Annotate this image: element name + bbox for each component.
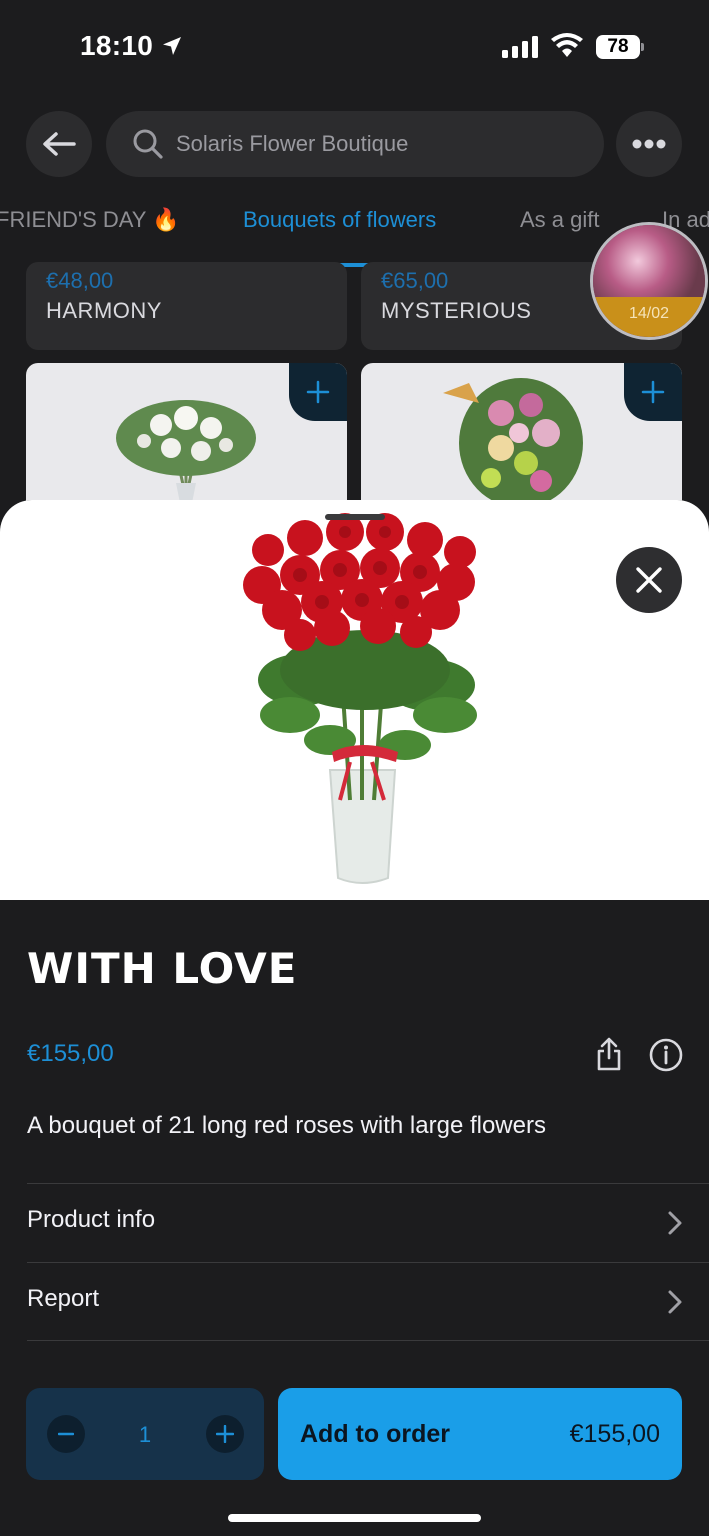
cellular-signal-icon <box>502 36 538 58</box>
increase-quantity-button[interactable] <box>206 1415 244 1453</box>
search-icon <box>133 129 163 159</box>
arrow-left-icon <box>43 132 76 156</box>
close-icon <box>636 567 662 593</box>
chevron-right-icon <box>668 1290 682 1314</box>
close-button[interactable] <box>616 547 682 613</box>
battery-level: 78 <box>596 35 640 59</box>
plus-icon <box>641 380 665 404</box>
card-price: €65,00 <box>381 268 449 293</box>
plus-icon <box>216 1425 234 1443</box>
battery-tip <box>641 43 644 51</box>
product-card-mixed-bouquet[interactable] <box>361 363 682 513</box>
report-row[interactable]: Report <box>27 1263 709 1341</box>
story-thumbnail <box>593 225 705 297</box>
ellipsis-icon <box>632 139 666 149</box>
row-label: Product info <box>27 1206 156 1233</box>
card-price: €48,00 <box>46 268 114 293</box>
tab-bouquets[interactable]: Bouquets of flowers <box>243 207 436 233</box>
status-bar: 18:10 78 <box>0 0 709 95</box>
search-placeholder: Solaris Flower Boutique <box>176 131 409 156</box>
sheet-grabber[interactable] <box>325 514 385 520</box>
add-to-order-label: Add to order <box>300 1420 450 1448</box>
share-icon[interactable] <box>594 1036 624 1072</box>
quantity-stepper: 1 <box>26 1388 264 1480</box>
product-card-white-bouquet[interactable] <box>26 363 347 513</box>
story-bubble[interactable]: 14/02 <box>590 222 708 340</box>
tab-as-a-gift[interactable]: As a gift <box>520 207 599 233</box>
product-card-harmony[interactable]: €48,00 HARMONY <box>26 262 347 350</box>
card-name: MYSTERIOUS <box>381 298 532 323</box>
add-to-order-button[interactable]: Add to order €155,00 <box>278 1388 682 1480</box>
plus-icon <box>306 380 330 404</box>
info-icon[interactable] <box>648 1037 684 1073</box>
more-options-button[interactable] <box>616 111 682 177</box>
product-info-row[interactable]: Product info <box>27 1184 709 1262</box>
story-date: 14/02 <box>628 305 670 322</box>
wifi-icon <box>551 33 583 57</box>
chevron-right-icon <box>668 1211 682 1235</box>
add-to-cart-button[interactable] <box>624 363 682 421</box>
product-price: €155,00 <box>27 1040 114 1067</box>
product-description: A bouquet of 21 long red roses with larg… <box>27 1112 546 1139</box>
clock: 18:10 <box>80 30 154 61</box>
location-arrow-icon <box>163 37 181 55</box>
product-photo <box>0 500 709 900</box>
row-label: Report <box>27 1285 100 1312</box>
tab-friends-day[interactable]: FRIEND'S DAY 🔥 <box>0 207 180 233</box>
card-name: HARMONY <box>46 298 162 323</box>
product-title: WITH LOVE <box>27 944 298 993</box>
home-indicator[interactable] <box>228 1514 481 1522</box>
search-bar[interactable]: Solaris Flower Boutique <box>106 111 604 177</box>
battery-indicator: 78 <box>596 35 644 59</box>
divider <box>27 1340 709 1341</box>
red-roses-bouquet-image <box>243 513 477 884</box>
back-button[interactable] <box>26 111 92 177</box>
add-to-order-price: €155,00 <box>569 1420 660 1448</box>
product-detail-sheet: WITH LOVE €155,00 A bouquet of 21 long r… <box>0 500 709 1536</box>
add-to-cart-button[interactable] <box>289 363 347 421</box>
